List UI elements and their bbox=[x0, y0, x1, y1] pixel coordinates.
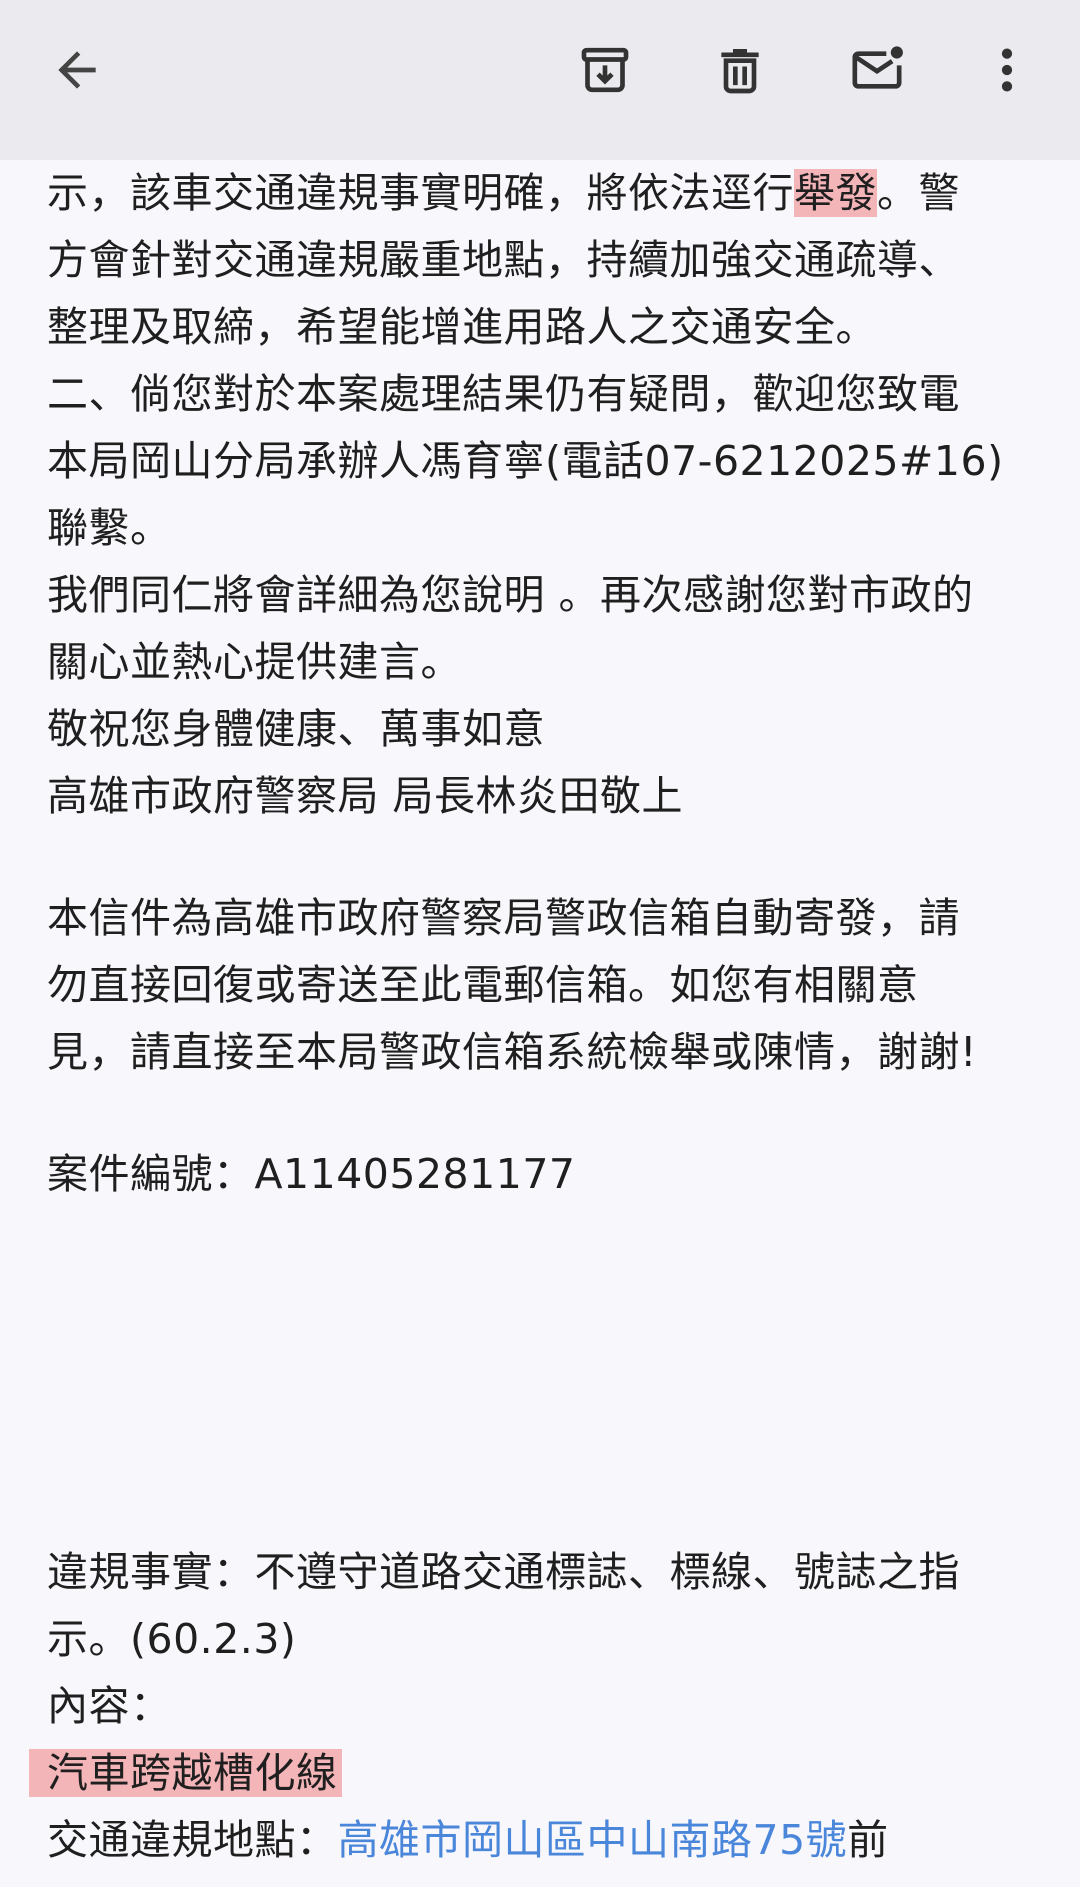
notice-line: 見，請直接至本局警政信箱系統檢舉或陳情，謝謝! bbox=[47, 1028, 977, 1076]
body-line: 方會針對交通違規嚴重地點，持續加強交通疏導、 bbox=[47, 236, 960, 284]
notice-line: 本信件為高雄市政府警察局警政信箱自動寄發，請 bbox=[47, 894, 960, 942]
signature-line: 高雄市政府警察局 局長林炎田敬上 bbox=[47, 772, 684, 820]
body-line: 聯繫。 bbox=[47, 504, 172, 552]
more-vert-icon bbox=[1001, 48, 1013, 92]
location-line: 交通違規地點：高雄市岡山區中山南路75號前 bbox=[47, 1807, 1037, 1874]
archive-button[interactable] bbox=[565, 30, 645, 110]
mark-unread-button[interactable] bbox=[837, 30, 917, 110]
location-label: 交通違規地點： bbox=[47, 1816, 338, 1864]
case-number: 案件編號：A11405281177 bbox=[47, 1150, 576, 1198]
body-text: 示，該車交通違規事實明確，將依法逕行 bbox=[47, 169, 794, 217]
notice-line: 勿直接回復或寄送至此電郵信箱。如您有相關意 bbox=[47, 961, 919, 1009]
highlighted-text: 汽車跨越槽化線 bbox=[29, 1749, 342, 1797]
trash-icon bbox=[721, 49, 759, 94]
email-body: 示，該車交通違規事實明確，將依法逕行舉發。警 方會針對交通違規嚴重地點，持續加強… bbox=[29, 160, 1037, 1874]
mark-unread-icon bbox=[852, 46, 903, 89]
more-options-button[interactable] bbox=[967, 30, 1047, 110]
body-line: 示，該車交通違規事實明確，將依法逕行舉發。警 bbox=[47, 160, 1037, 227]
back-button[interactable] bbox=[37, 30, 117, 110]
violation-fact-line: 違規事實：不遵守道路交通標誌、標線、號誌之指 bbox=[47, 1548, 960, 1596]
body-line: 本局岡山分局承辦人馮育寧(電話07-6212025#16) bbox=[47, 437, 1004, 485]
violation-fact-line: 示。(60.2.3) bbox=[47, 1615, 297, 1663]
top-app-bar bbox=[0, 0, 1080, 160]
content-line: 汽車跨越槽化線 bbox=[29, 1740, 1037, 1807]
address-link[interactable]: 高雄市岡山區中山南路75號 bbox=[338, 1816, 848, 1864]
arrow-left-icon bbox=[58, 51, 96, 89]
body-line: 我們同仁將會詳細為您說明 。再次感謝您對市政的 bbox=[47, 571, 974, 619]
body-line: 二、倘您對於本案處理結果仍有疑問，歡迎您致電 bbox=[47, 370, 960, 418]
body-line: 整理及取締，希望能增進用路人之交通安全。 bbox=[47, 303, 877, 351]
delete-button[interactable] bbox=[700, 30, 780, 110]
location-suffix: 前 bbox=[847, 1816, 889, 1864]
body-line: 關心並熱心提供建言。 bbox=[47, 638, 462, 686]
content-label: 內容： bbox=[47, 1682, 172, 1730]
archive-icon bbox=[581, 47, 629, 93]
greeting-line: 敬祝您身體健康、萬事如意 bbox=[47, 705, 545, 753]
body-text: 。警 bbox=[877, 169, 960, 217]
highlighted-text: 舉發 bbox=[794, 169, 877, 217]
